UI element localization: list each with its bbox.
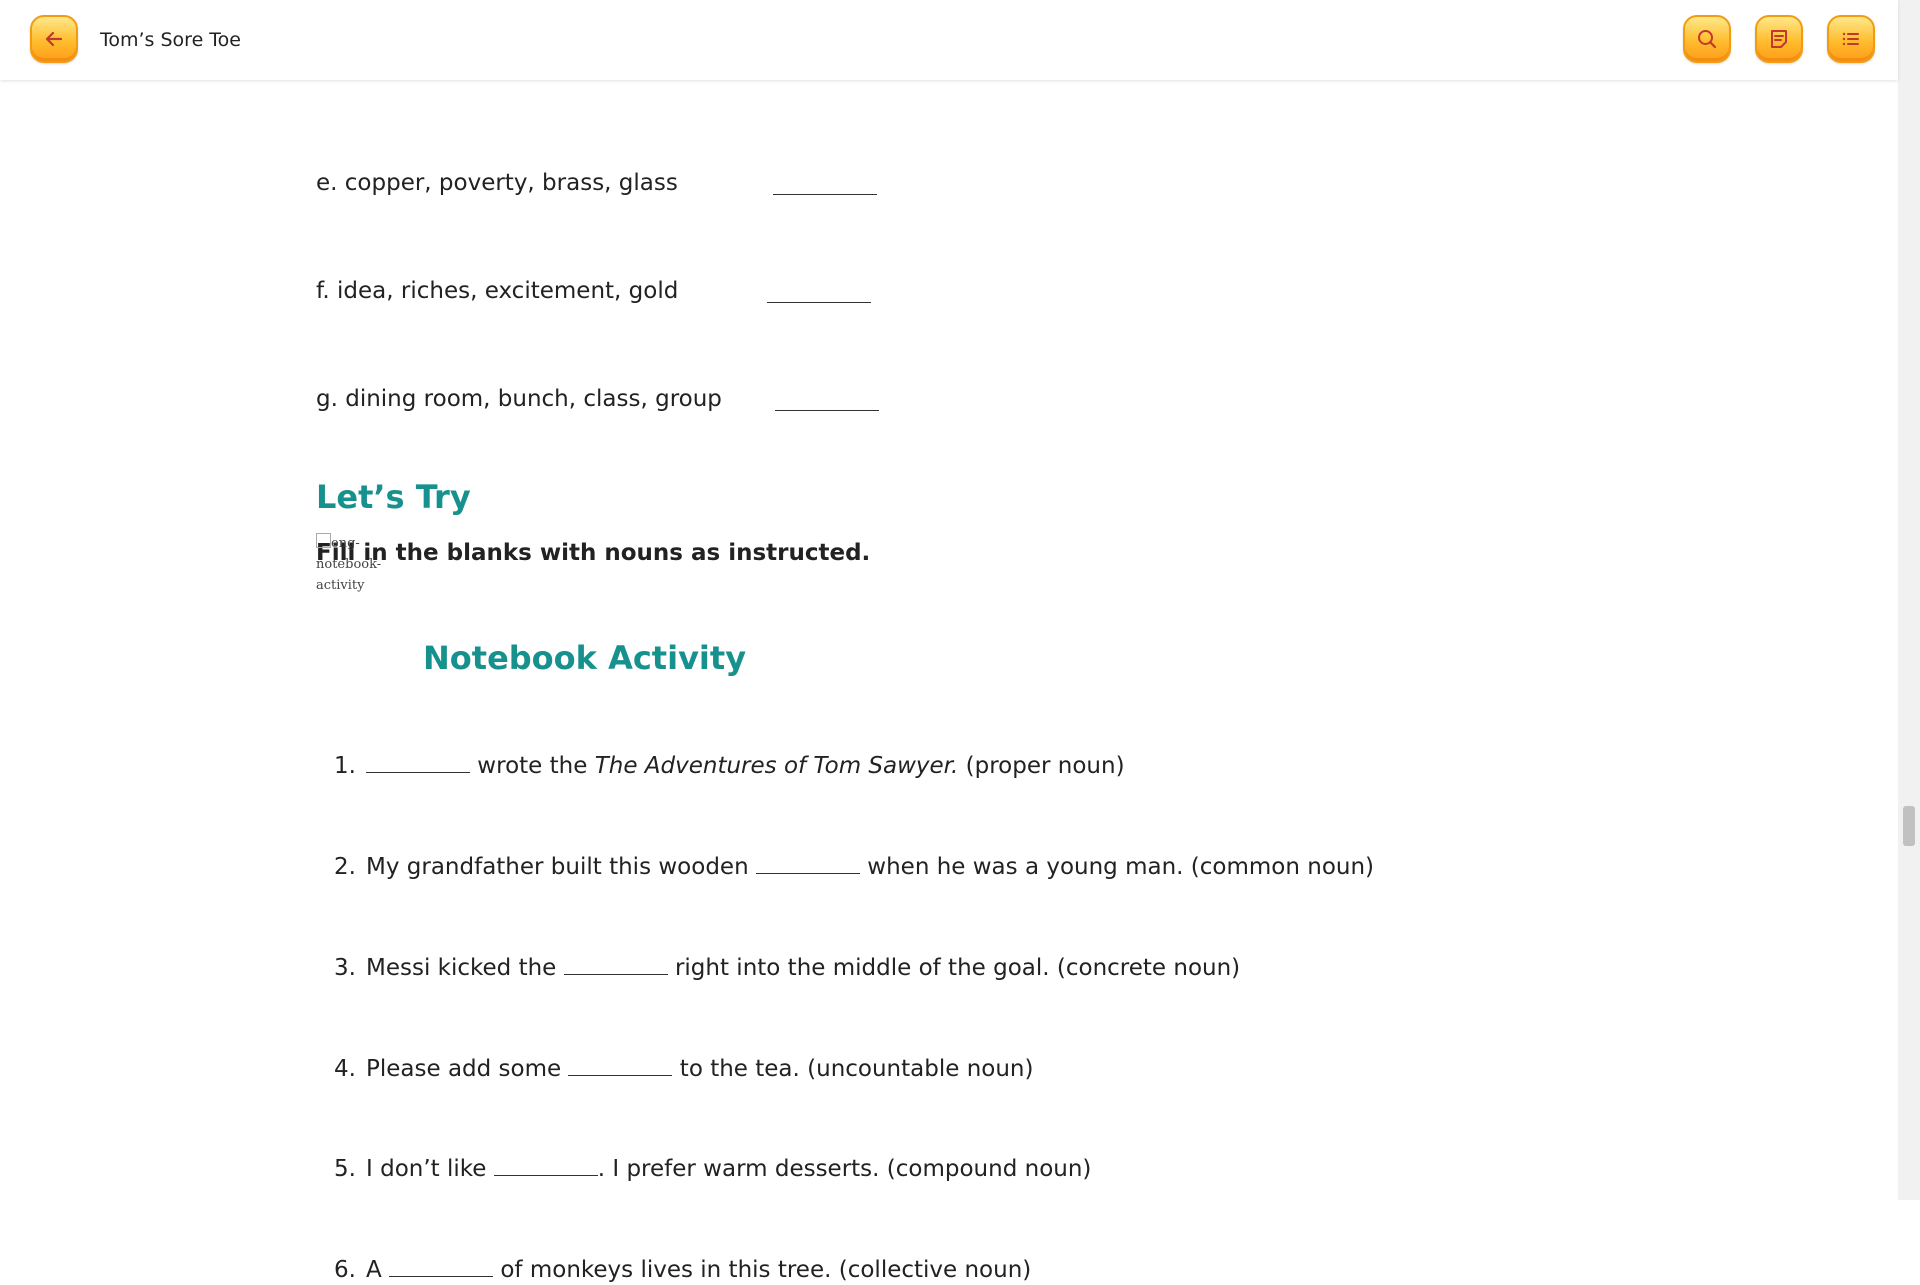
odd-item-g: g. dining room, bunch, class, group	[316, 386, 722, 412]
notebook-activity-image: eng-notebook-activity	[316, 533, 381, 596]
question-3: 3. Messi kicked the right into the middle…	[334, 952, 1240, 983]
broken-image-icon	[316, 533, 331, 548]
answer-blank-g	[775, 410, 879, 411]
odd-item-f: f. idea, riches, excitement, gold	[316, 278, 679, 304]
top-bar: Tom’s Sore Toe	[0, 0, 1898, 80]
list-icon	[1842, 32, 1859, 46]
notes-button[interactable]	[1755, 15, 1803, 63]
answer-blank	[366, 750, 470, 773]
question-2: 2. My grandfather built this wooden when …	[334, 851, 1374, 882]
book-title: Tom’s Sore Toe	[100, 29, 241, 51]
answer-blank	[568, 1053, 673, 1076]
question-6: 6. A of monkeys lives in this tree. (coll…	[334, 1254, 1031, 1285]
answer-blank-e	[773, 194, 877, 195]
instruction-text: Fill in the blanks with nouns as instruc…	[316, 540, 871, 566]
answer-blank-f	[767, 302, 871, 303]
lets-try-heading: Let’s Try	[316, 478, 471, 516]
answer-blank	[563, 952, 668, 975]
question-4: 4. Please add some to the tea. (uncountab…	[334, 1053, 1033, 1084]
answer-blank	[755, 851, 860, 874]
odd-item-e: e. copper, poverty, brass, glass	[316, 170, 678, 196]
question-5: 5. I don’t like . I prefer warm desserts.…	[334, 1153, 1091, 1184]
vertical-scrollbar[interactable]	[1898, 0, 1920, 1200]
answer-blank	[493, 1153, 598, 1176]
notebook-activity-heading: Notebook Activity	[423, 639, 747, 677]
table-of-contents-button[interactable]	[1827, 15, 1875, 63]
scrollbar-thumb[interactable]	[1903, 806, 1915, 846]
answer-blank	[389, 1254, 494, 1277]
search-button[interactable]	[1683, 15, 1731, 63]
back-arrow-icon	[45, 31, 63, 47]
back-button[interactable]	[30, 15, 78, 63]
question-1: 1. wrote the The Adventures of Tom Sawye…	[334, 750, 1125, 781]
search-icon	[1698, 30, 1717, 49]
notes-icon	[1771, 30, 1787, 48]
